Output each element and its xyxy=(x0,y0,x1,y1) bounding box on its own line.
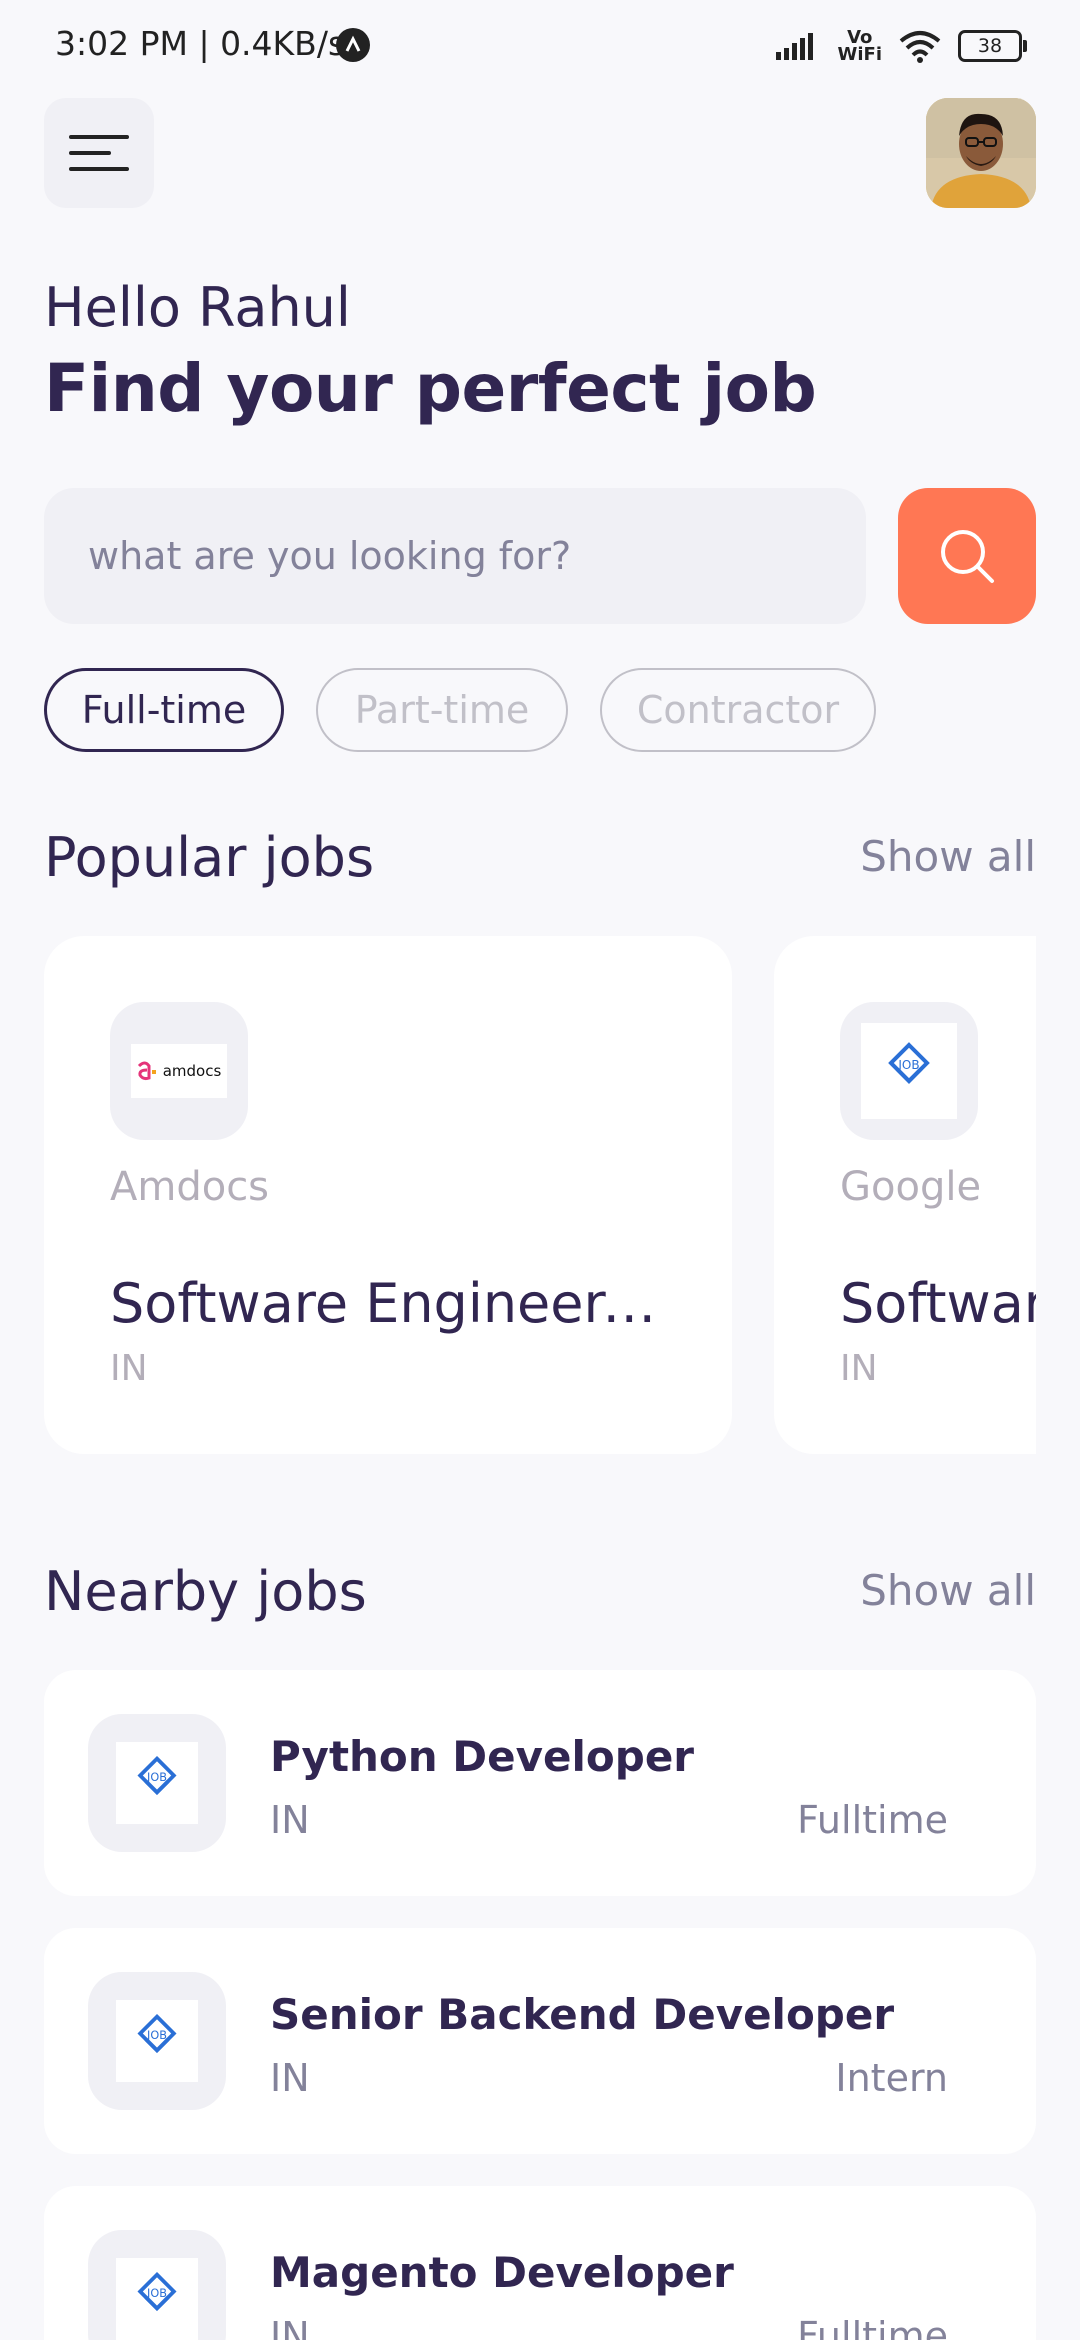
job-title: Senior Backend Developer xyxy=(270,1990,895,2039)
status-icons: Vo WiFi 38 xyxy=(774,24,1027,68)
job-location: IN xyxy=(270,1798,310,1842)
job-logo: JOB xyxy=(116,2000,198,2082)
avatar-image xyxy=(926,98,1036,208)
job-logo-icon: JOB xyxy=(137,1755,177,1796)
company-logo-container: amdocs xyxy=(110,1002,248,1140)
greeting-text: Hello Rahul xyxy=(44,276,351,339)
status-time: 3:02 PM | 0.4KB/s xyxy=(55,24,346,63)
chip-contractor[interactable]: Contractor xyxy=(600,668,876,752)
chip-part-time[interactable]: Part-time xyxy=(316,668,568,752)
nearby-show-all-link[interactable]: Show all xyxy=(860,1566,1036,1615)
popular-job-card[interactable]: JOB Google Softwar IN xyxy=(774,936,1036,1454)
nearby-job-card[interactable]: JOB Python Developer IN Fulltime xyxy=(44,1670,1036,1896)
popular-job-card[interactable]: amdocs Amdocs Software Engineer-... IN xyxy=(44,936,732,1454)
signal-icon xyxy=(775,33,813,60)
search-button[interactable] xyxy=(898,488,1036,624)
nearby-job-card[interactable]: JOB Magento Developer IN Fulltime xyxy=(44,2186,1036,2340)
menu-icon xyxy=(69,135,129,171)
job-type: Fulltime xyxy=(797,2314,948,2340)
menu-button[interactable] xyxy=(44,98,154,208)
search-input[interactable] xyxy=(44,488,866,624)
job-location: IN xyxy=(270,2314,310,2340)
job-logo: JOB xyxy=(861,1023,957,1119)
chip-full-time[interactable]: Full-time xyxy=(44,668,284,752)
job-logo: JOB xyxy=(116,1742,198,1824)
company-logo-container: JOB xyxy=(88,1972,226,2110)
nearby-jobs-title: Nearby jobs xyxy=(44,1560,367,1623)
popular-show-all-link[interactable]: Show all xyxy=(860,832,1036,881)
wifi-icon xyxy=(899,31,941,63)
vowifi-indicator: Vo WiFi xyxy=(837,27,883,65)
job-title: Python Developer xyxy=(270,1732,695,1781)
job-title: Magento Developer xyxy=(270,2248,734,2297)
job-company: Amdocs xyxy=(110,1164,270,1210)
job-type: Intern xyxy=(835,2056,948,2100)
popular-jobs-carousel[interactable]: amdocs Amdocs Software Engineer-... IN J… xyxy=(44,936,1036,1456)
search-container xyxy=(44,488,866,624)
job-title: Softwar xyxy=(840,1272,1036,1335)
search-icon xyxy=(941,530,994,583)
job-location: IN xyxy=(110,1348,148,1389)
popular-jobs-title: Popular jobs xyxy=(44,826,375,889)
job-type: Fulltime xyxy=(797,1798,948,1842)
app-indicator-icon xyxy=(336,28,370,62)
job-logo: JOB xyxy=(116,2258,198,2340)
profile-avatar[interactable] xyxy=(926,98,1036,208)
job-location: IN xyxy=(270,2056,310,2100)
svg-text:JOB: JOB xyxy=(146,2029,167,2042)
company-logo-container: JOB xyxy=(88,1714,226,1852)
nearby-job-card[interactable]: JOB Senior Backend Developer IN Intern xyxy=(44,1928,1036,2154)
amdocs-logo: amdocs xyxy=(131,1044,227,1098)
job-title: Software Engineer-... xyxy=(110,1272,670,1335)
battery-indicator: 38 xyxy=(958,30,1027,62)
svg-text:JOB: JOB xyxy=(146,2287,167,2300)
job-logo-icon: JOB xyxy=(888,1042,930,1084)
company-logo-container: JOB xyxy=(88,2230,226,2340)
page-headline: Find your perfect job xyxy=(44,350,817,427)
job-logo-icon: JOB xyxy=(137,2271,177,2312)
company-logo-container: JOB xyxy=(840,1002,978,1140)
job-company: Google xyxy=(840,1164,982,1210)
svg-text:JOB: JOB xyxy=(146,1771,167,1784)
svg-text:JOB: JOB xyxy=(897,1058,919,1072)
job-location: IN xyxy=(840,1348,878,1389)
job-logo-icon: JOB xyxy=(137,2013,177,2054)
